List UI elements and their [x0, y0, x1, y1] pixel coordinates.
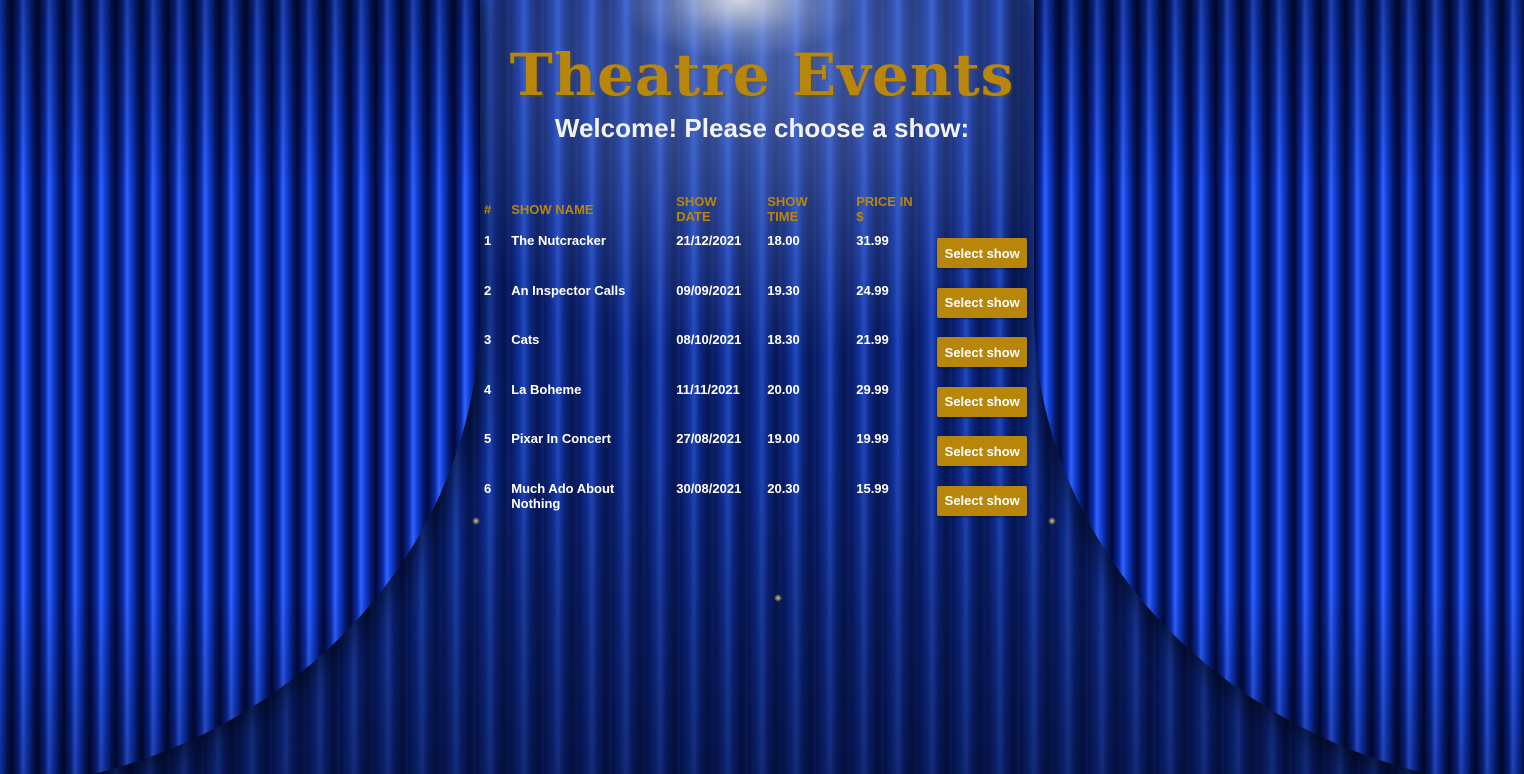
select-show-button[interactable]: Select show: [937, 436, 1028, 467]
select-show-button[interactable]: Select show: [937, 485, 1028, 516]
action-cell: Select show: [927, 324, 1037, 374]
show-time: 18.30: [767, 332, 800, 348]
select-show-button[interactable]: Select show: [937, 337, 1028, 368]
table-row: 1 The Nutcracker 21/12/2021 18.00 31.99 …: [474, 225, 1037, 275]
table-row: 2 An Inspector Calls 09/09/2021 19.30 24…: [474, 275, 1037, 325]
action-cell: Select show: [927, 374, 1037, 424]
show-price: 29.99: [856, 381, 889, 397]
page-subtitle: Welcome! Please choose a show:: [554, 113, 970, 143]
show-price: 21.99: [856, 332, 889, 348]
show-name: La Boheme: [511, 381, 582, 397]
select-show-button[interactable]: Select show: [937, 238, 1028, 268]
action-cell: Select show: [927, 423, 1037, 473]
table-row: 4 La Boheme 11/11/2021 20.00 29.99 Selec…: [474, 374, 1037, 424]
table-row: 6 Much Ado About Nothing 30/08/2021 20.3…: [474, 473, 1037, 523]
show-price: 31.99: [856, 233, 889, 248]
show-time: 18.00: [767, 233, 800, 248]
select-show-button[interactable]: Select show: [937, 287, 1028, 318]
show-date: 21/12/2021: [676, 233, 742, 248]
show-name: Pixar In Concert: [511, 431, 611, 447]
show-date: 11/11/2021: [676, 381, 740, 397]
column-header-show-date: Show date: [676, 194, 717, 224]
page-title: Theatre Events: [509, 41, 1015, 109]
column-header-show-name: Show name: [511, 201, 594, 217]
show-name: Much Ado About Nothing: [511, 480, 615, 511]
main-content: Theatre Events Welcome! Please choose a …: [0, 0, 1524, 144]
column-header-action: [927, 193, 1037, 225]
show-price: 19.99: [856, 431, 889, 447]
row-number: 2: [484, 282, 492, 298]
show-date: 09/09/2021: [676, 282, 742, 298]
show-date: 08/10/2021: [676, 332, 742, 348]
show-time: 20.00: [767, 381, 800, 397]
show-time: 19.30: [767, 282, 800, 298]
row-number: 3: [484, 332, 492, 348]
show-date: 30/08/2021: [676, 480, 742, 496]
show-name: The Nutcracker: [511, 233, 606, 248]
show-time: 19.00: [767, 431, 800, 447]
action-cell: Select show: [927, 225, 1037, 275]
show-name: Cats: [511, 332, 540, 348]
shows-table: # Show name Show date Show time Price in…: [474, 193, 1037, 523]
row-number: 6: [484, 480, 492, 496]
column-header-number: #: [484, 201, 492, 217]
table-row: 3 Cats 08/10/2021 18.30 21.99 Select sho…: [474, 324, 1037, 374]
show-date: 27/08/2021: [676, 431, 742, 447]
column-header-show-time: Show time: [767, 194, 808, 224]
show-price: 15.99: [856, 480, 889, 496]
action-cell: Select show: [927, 473, 1037, 523]
show-time: 20.30: [767, 480, 800, 496]
show-name: An Inspector Calls: [511, 282, 626, 298]
action-cell: Select show: [927, 275, 1037, 325]
select-show-button[interactable]: Select show: [937, 386, 1028, 417]
show-price: 24.99: [856, 282, 889, 298]
light-flare: [1048, 517, 1056, 525]
column-header-price: Price in $: [856, 194, 913, 224]
table-row: 5 Pixar In Concert 27/08/2021 19.00 19.9…: [474, 423, 1037, 473]
table-header-row: # Show name Show date Show time Price in…: [474, 193, 1037, 225]
row-number: 4: [484, 381, 492, 397]
row-number: 1: [484, 233, 492, 248]
row-number: 5: [484, 431, 492, 447]
light-flare: [774, 594, 782, 602]
